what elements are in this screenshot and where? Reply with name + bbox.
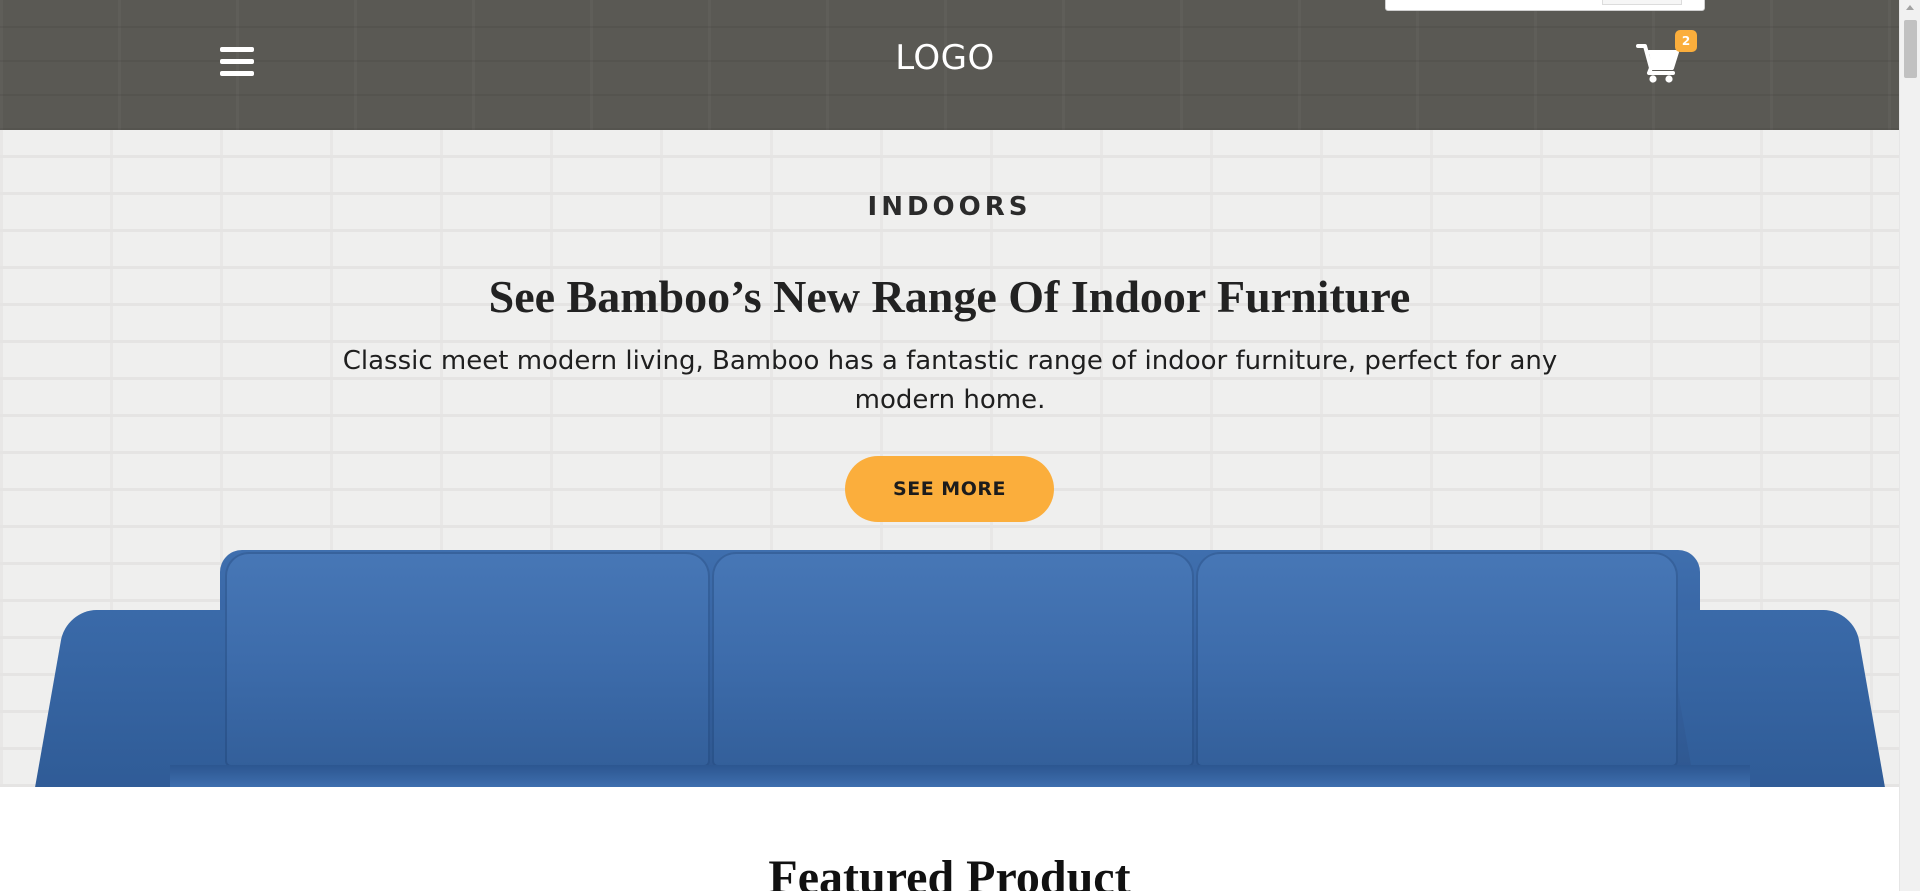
- page-viewport: LOGO 2 INDOORS See Bamboo’s New Range Of…: [0, 0, 1899, 891]
- sofa-cushion: [712, 552, 1194, 767]
- sofa-cushion: [225, 552, 710, 767]
- site-header: LOGO 2: [0, 0, 1899, 130]
- hero-eyebrow: INDOORS: [867, 192, 1032, 222]
- site-logo[interactable]: LOGO: [0, 38, 1890, 78]
- shopping-cart-icon[interactable]: [1636, 40, 1680, 84]
- featured-section-title: Featured Product: [768, 851, 1131, 891]
- cart-glyph: [1636, 44, 1679, 83]
- scroll-up-arrow-icon[interactable]: [1906, 5, 1914, 10]
- sofa-seat: [170, 765, 1750, 787]
- hero-description: Classic meet modern living, Bamboo has a…: [342, 346, 1558, 415]
- sofa-left-arm: [33, 610, 257, 787]
- dropdown-button-edge: [1602, 0, 1682, 5]
- sofa-right-arm: [1663, 610, 1887, 787]
- vertical-scrollbar[interactable]: [1899, 0, 1920, 891]
- scrollbar-thumb[interactable]: [1904, 20, 1917, 78]
- hero-title: See Bamboo’s New Range Of Indoor Furnitu…: [488, 271, 1411, 322]
- hero-banner: INDOORS See Bamboo’s New Range Of Indoor…: [0, 130, 1899, 787]
- sofa-cushion: [1196, 552, 1678, 767]
- blue-sofa-image: [33, 550, 1887, 787]
- cart-count-badge: 2: [1675, 30, 1697, 52]
- dropdown-panel-edge: [1385, 0, 1705, 11]
- see-more-button[interactable]: SEE MORE: [845, 456, 1054, 522]
